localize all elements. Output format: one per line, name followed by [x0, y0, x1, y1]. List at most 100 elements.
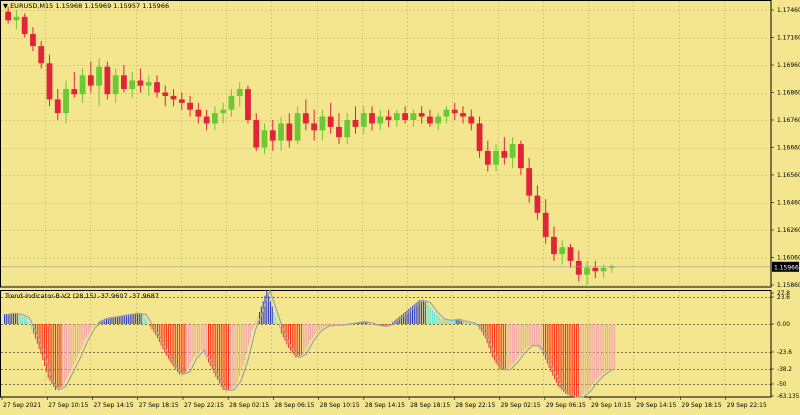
candle-body [121, 75, 127, 90]
candle-body [484, 150, 491, 165]
indicator-tick-label: -23.6 [777, 350, 792, 356]
candle-body [393, 113, 400, 120]
candle-body [203, 116, 210, 124]
candle-body [195, 109, 202, 117]
candle-body [253, 120, 260, 148]
time-tick-label: 29 Sep 18:15 [682, 402, 722, 409]
time-tick-label: 28 Sep 14:15 [365, 402, 405, 409]
candle-body [369, 113, 375, 124]
candle-body [211, 113, 218, 124]
price-tick-label: 1.17160 [777, 35, 800, 42]
indicator-tick-label: -63.1351 [777, 394, 800, 400]
candle-body [468, 116, 475, 124]
candle-body [600, 267, 607, 272]
candle-body [501, 150, 508, 158]
candle-body [443, 109, 450, 117]
candle-body [269, 130, 276, 141]
candle-body [311, 123, 318, 131]
candle-body [30, 34, 36, 47]
candle-body [63, 89, 69, 114]
candle-body [137, 80, 144, 86]
candle-body [410, 113, 417, 120]
main-pane-frame [0, 0, 772, 288]
time-tick-label: 27 Sep 2021 [3, 402, 41, 409]
candle-body [261, 130, 268, 148]
indicator-tick-label: 23.6 [777, 295, 790, 301]
time-tick-label: 29 Sep 22:15 [727, 402, 767, 409]
candle-body [509, 144, 516, 158]
candle-body [377, 116, 384, 124]
candle-body [170, 95, 177, 100]
symbol-dropdown-icon[interactable]: ▼ [3, 2, 8, 10]
time-tick-label: 27 Sep 22:15 [184, 402, 224, 409]
candle-body [336, 126, 342, 138]
candle-body [344, 120, 351, 138]
time-tick-label: 29 Sep 10:15 [591, 402, 631, 409]
candle-body [129, 80, 136, 90]
price-tick-label: 1.17460 [777, 7, 800, 14]
chart-window[interactable]: 1.17460 1.17160 1.16960 1.16860 1.16760 1.166… [0, 0, 800, 411]
candle-body [493, 150, 499, 165]
candle-body [178, 99, 185, 103]
candle-body [104, 66, 111, 95]
candle-body [71, 89, 78, 95]
candle-body [13, 16, 20, 21]
time-tick-label: 27 Sep 10:15 [48, 402, 88, 409]
candle-body [526, 168, 533, 196]
candle-body [352, 120, 359, 127]
price-tick-label: 1.15860 [777, 282, 800, 289]
indicator-tick-label: -50 [777, 382, 787, 388]
symbol-header: ▼ EURUSD,M15 1.15968 1.15969 1.15957 1.1… [3, 2, 169, 10]
candle-body [112, 75, 119, 95]
time-tick-label: 28 Sep 02:15 [229, 402, 269, 409]
candle-body [5, 11, 12, 21]
time-tick-label: 27 Sep 18:15 [139, 402, 179, 409]
candle-body [54, 99, 61, 114]
indicator-tick-label: -38.2 [777, 367, 792, 373]
candle-body [517, 144, 524, 169]
indicator-pane-frame [0, 290, 772, 398]
candle-body [187, 102, 193, 110]
indicator-label: Trend-Indicator-B-V2 (28,15) -37.9607 -3… [5, 292, 159, 300]
candle-body [476, 123, 483, 151]
time-tick-label: 27 Sep 14:15 [93, 402, 133, 409]
price-tick-label: 1.16960 [777, 62, 800, 69]
symbol-label: EURUSD,M15 [10, 2, 54, 10]
candle-body [534, 195, 541, 213]
candle-body [236, 89, 243, 96]
candle-body [245, 89, 251, 120]
time-tick-label: 28 Sep 10:15 [320, 402, 360, 409]
candle-body [154, 82, 160, 93]
candle-body [220, 109, 227, 114]
candle-body [21, 16, 28, 35]
time-tick-label: 28 Sep 18:15 [410, 402, 450, 409]
candle-body [385, 116, 392, 120]
candle-body [145, 82, 152, 86]
candle-body [327, 116, 334, 127]
candle-body [584, 267, 590, 275]
candle-body [302, 113, 309, 124]
chart-canvas[interactable]: 1.17460 1.17160 1.16960 1.16860 1.16760 1.166… [0, 0, 800, 411]
price-tick-label: 1.16560 [777, 172, 800, 179]
candle-body [460, 113, 466, 117]
time-tick-label: 29 Sep 02:15 [501, 402, 541, 409]
candle-body [567, 247, 574, 261]
candle-body [294, 113, 301, 141]
candle-body [96, 66, 103, 86]
price-tick-label: 1.16660 [777, 145, 800, 152]
price-tick-label: 1.16460 [777, 200, 800, 207]
time-tick-label: 28 Sep 22:15 [455, 402, 495, 409]
ohlc-readout: 1.15968 1.15969 1.15957 1.15966 [55, 2, 170, 10]
candle-body [278, 123, 284, 141]
candle-body [542, 212, 549, 237]
candle-body [360, 113, 367, 127]
time-tick-label: 29 Sep 14:15 [636, 402, 676, 409]
candle-body [559, 247, 566, 255]
indicator-tick-label: 0.00 [777, 322, 790, 328]
candle-body [435, 116, 442, 124]
candle-body [228, 95, 235, 110]
candle-body [451, 109, 458, 114]
candle-body [46, 63, 53, 100]
time-tick-label: 28 Sep 06:15 [274, 402, 314, 409]
candle-body [427, 116, 433, 124]
